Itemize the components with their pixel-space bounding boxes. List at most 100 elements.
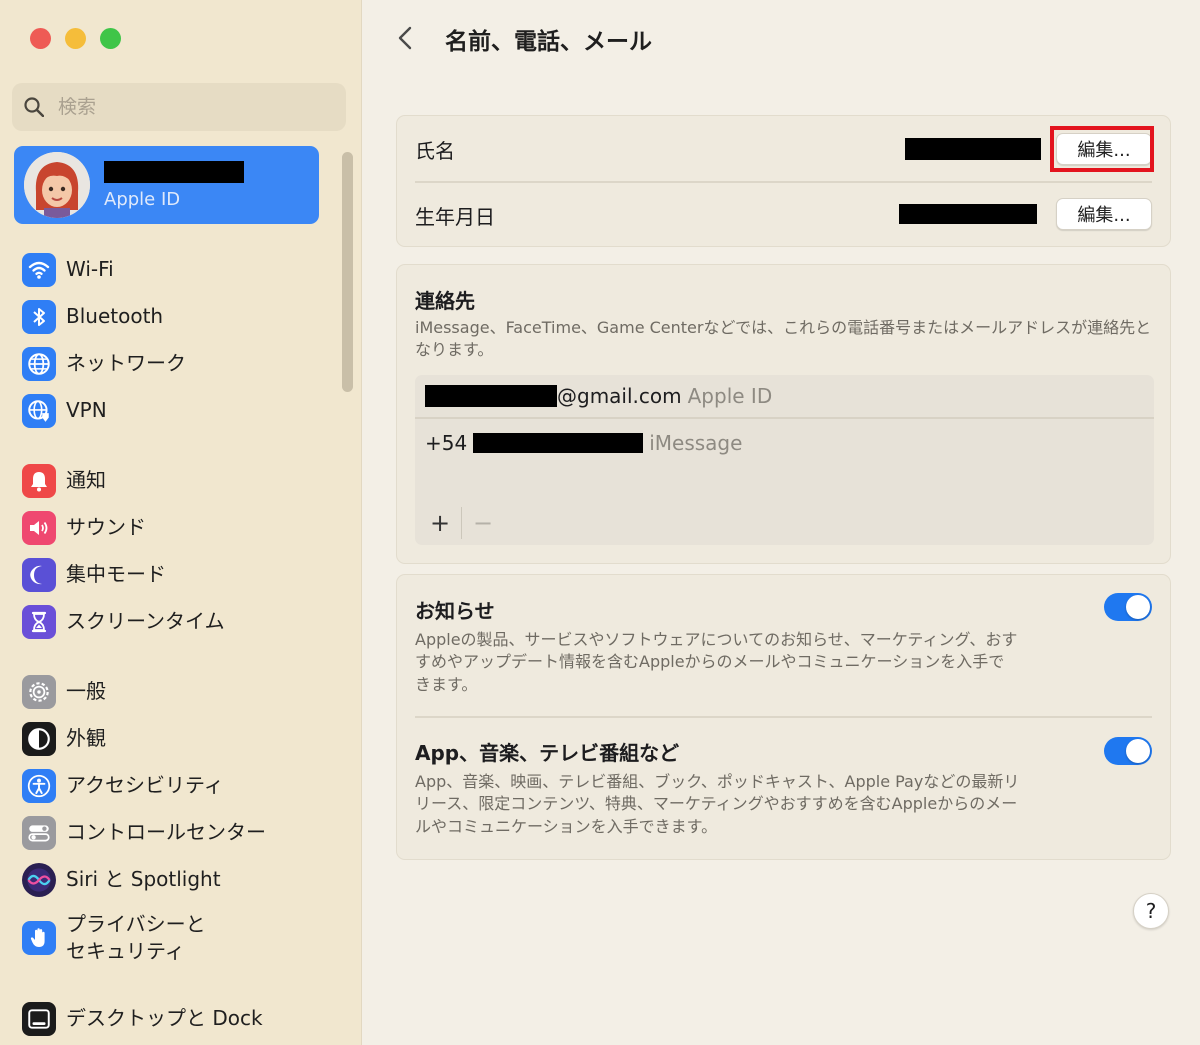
phone-number-redacted <box>473 433 644 453</box>
help-button[interactable]: ? <box>1133 893 1169 929</box>
accessibility-icon <box>22 768 56 803</box>
account-name-redacted <box>104 160 244 183</box>
bell-icon <box>22 463 56 498</box>
search-field[interactable] <box>12 83 346 131</box>
birthday-value-redacted <box>899 204 1037 224</box>
phone-prefix: +54 <box>425 431 468 455</box>
sidebar-item-wifi[interactable]: Wi-Fi <box>22 246 342 293</box>
sidebar-item-focus[interactable]: 集中モード <box>22 551 342 598</box>
sidebar-item-appearance[interactable]: 外観 <box>22 715 342 762</box>
main-pane: 名前、電話、メール 氏名 編集... 生年月日 編集... 連絡先 iMessa… <box>363 0 1200 1045</box>
apps-toggle[interactable] <box>1104 737 1152 765</box>
sidebar-item-vpn[interactable]: VPN <box>22 387 342 434</box>
email-user-redacted <box>425 385 557 407</box>
vpn-globe-icon <box>22 393 56 428</box>
siri-icon <box>22 862 56 897</box>
apple-id-label: Apple ID <box>104 188 181 210</box>
contacts-list: @gmail.com Apple ID +54 iMessage + − <box>415 375 1154 545</box>
sidebar-item-screen-time[interactable]: スクリーンタイム <box>22 598 342 645</box>
sidebar-item-desktop-dock[interactable]: デスクトップと Dock <box>22 995 342 1042</box>
apple-id-account[interactable]: Apple ID <box>14 146 319 224</box>
sidebar-item-control-center[interactable]: コントロールセンター <box>22 809 342 856</box>
toggle-knob <box>1126 595 1150 619</box>
page-title: 名前、電話、メール <box>445 29 652 55</box>
sidebar-item-general[interactable]: 一般 <box>22 668 342 715</box>
hourglass-icon <box>22 604 56 639</box>
wifi-icon <box>22 252 56 287</box>
sidebar-item-label: コントロールセンター <box>66 820 266 844</box>
memoji-avatar-icon <box>24 152 90 218</box>
gear-icon <box>22 674 56 709</box>
window-controls <box>30 28 121 49</box>
hand-icon <box>22 921 56 955</box>
sidebar-item-label: VPN <box>66 398 107 422</box>
list-item-email[interactable]: @gmail.com Apple ID <box>415 375 1154 417</box>
sidebar-item-label: Bluetooth <box>66 304 164 328</box>
speaker-icon <box>22 510 56 545</box>
sidebar-item-label: Siri と Spotlight <box>66 867 221 891</box>
contact-description: iMessage、FaceTime、Game Centerなどでは、これらの電話… <box>415 318 1152 360</box>
sidebar-item-privacy-security[interactable]: プライバシーと セキュリティ <box>22 903 342 973</box>
sidebar-group-network: Wi-Fi Bluetooth ネットワーク VPN <box>22 246 342 434</box>
globe-icon <box>22 346 56 381</box>
divider <box>415 417 1154 419</box>
remove-contact-button[interactable]: − <box>468 509 498 537</box>
appearance-icon <box>22 721 56 756</box>
announcements-toggle[interactable] <box>1104 593 1152 621</box>
contact-card: 連絡先 iMessage、FaceTime、Game Centerなどでは、これ… <box>396 264 1171 564</box>
announcements-description: Appleの製品、サービスやソフトウェアについてのお知らせ、マーケティング、おす… <box>415 630 1018 694</box>
identity-card: 氏名 編集... 生年月日 編集... <box>396 115 1171 247</box>
sidebar-item-label: 通知 <box>66 468 106 492</box>
name-row: 氏名 編集... <box>397 116 1170 182</box>
announcements-title: お知らせ <box>415 599 495 623</box>
back-chevron-icon[interactable] <box>393 24 417 52</box>
avatar <box>24 152 90 218</box>
zoom-window-button[interactable] <box>100 28 121 49</box>
sidebar-group-system: 一般 外観 アクセシビリティ コントロールセンター Siri と Spotlig… <box>22 668 342 973</box>
minimize-window-button[interactable] <box>65 28 86 49</box>
sidebar-item-label: 一般 <box>66 679 106 703</box>
sidebar-item-label: アクセシビリティ <box>66 773 224 797</box>
name-value-redacted <box>905 138 1041 160</box>
sidebar-item-notifications[interactable]: 通知 <box>22 457 342 504</box>
sidebar-item-label: ネットワーク <box>66 351 186 375</box>
dock-icon <box>22 1001 56 1036</box>
sidebar-item-network[interactable]: ネットワーク <box>22 340 342 387</box>
name-label: 氏名 <box>415 138 455 163</box>
birthday-label: 生年月日 <box>415 204 495 229</box>
add-contact-button[interactable]: + <box>425 509 455 537</box>
sidebar-item-sound[interactable]: サウンド <box>22 504 342 551</box>
highlight-box <box>1050 126 1154 172</box>
sidebar-item-label: 外観 <box>66 726 106 750</box>
close-window-button[interactable] <box>30 28 51 49</box>
sidebar-group-desktop: デスクトップと Dock <box>22 995 342 1042</box>
apps-description: App、音楽、映画、テレビ番組、ブック、ポッドキャスト、Apple Payなどの… <box>415 772 1020 836</box>
edit-birthday-button[interactable]: 編集... <box>1056 198 1152 230</box>
list-item-phone[interactable]: +54 iMessage <box>415 422 1154 464</box>
toggle-knob <box>1126 739 1150 763</box>
communications-card: お知らせ Appleの製品、サービスやソフトウェアについてのお知らせ、マーケティ… <box>396 574 1171 860</box>
sidebar-item-label: スクリーンタイム <box>66 609 225 633</box>
sidebar-item-label: プライバシーと セキュリティ <box>66 912 206 963</box>
toolbar-divider <box>461 507 462 539</box>
search-icon <box>24 97 44 117</box>
toggles-icon <box>22 815 56 850</box>
apps-title: App、音楽、テレビ番組など <box>415 741 680 765</box>
sidebar-item-bluetooth[interactable]: Bluetooth <box>22 293 342 340</box>
sidebar-item-accessibility[interactable]: アクセシビリティ <box>22 762 342 809</box>
phone-tag: iMessage <box>649 431 743 455</box>
sidebar-item-label: デスクトップと Dock <box>66 1006 263 1030</box>
sidebar: Apple ID Wi-Fi Bluetooth ネットワーク <box>0 0 362 1045</box>
sidebar-group-notifications: 通知 サウンド 集中モード スクリーンタイム <box>22 457 342 645</box>
sidebar-item-label: 集中モード <box>66 562 166 586</box>
birthday-row: 生年月日 編集... <box>397 182 1170 248</box>
search-input[interactable] <box>58 96 328 118</box>
sidebar-item-siri-spotlight[interactable]: Siri と Spotlight <box>22 856 342 903</box>
sidebar-scrollbar[interactable] <box>342 152 353 392</box>
email-tag: Apple ID <box>687 384 773 408</box>
bluetooth-icon <box>22 299 56 334</box>
moon-icon <box>22 557 56 592</box>
email-domain: @gmail.com <box>557 384 682 408</box>
list-toolbar: + − <box>425 505 498 541</box>
contact-title: 連絡先 <box>415 289 475 313</box>
